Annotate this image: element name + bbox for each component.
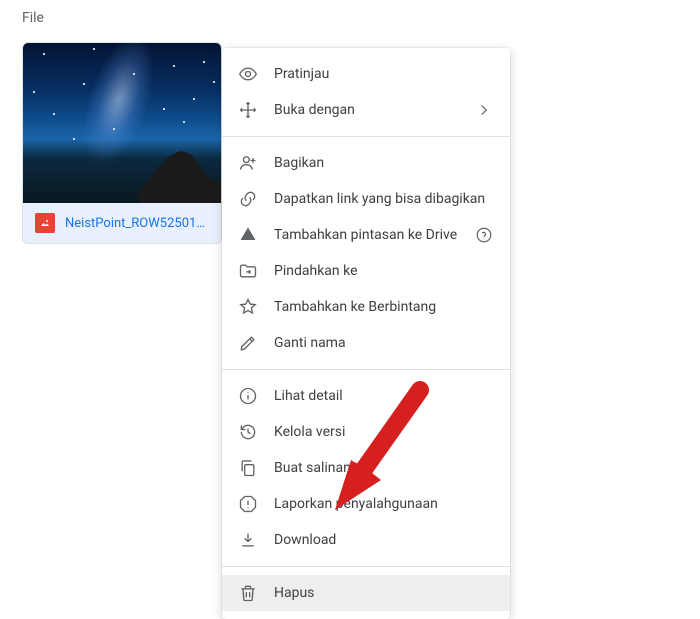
menu-move-to-label: Pindahkan ke: [274, 263, 494, 279]
star-icon: [238, 297, 258, 317]
divider: [222, 369, 510, 370]
menu-preview-label: Pratinjau: [274, 66, 494, 82]
person-add-icon: [238, 153, 258, 173]
menu-add-shortcut-label: Tambahkan pintasan ke Drive: [274, 227, 474, 243]
menu-open-with[interactable]: Buka dengan: [222, 92, 510, 128]
menu-add-shortcut[interactable]: Tambahkan pintasan ke Drive: [222, 217, 510, 253]
menu-preview[interactable]: Pratinjau: [222, 56, 510, 92]
report-icon: [238, 494, 258, 514]
link-icon: [238, 189, 258, 209]
menu-manage-versions-label: Kelola versi: [274, 424, 494, 440]
divider: [222, 136, 510, 137]
menu-details-label: Lihat detail: [274, 388, 494, 404]
file-name: NeistPoint_ROW5250174...: [65, 216, 209, 231]
menu-download-label: Download: [274, 532, 494, 548]
divider: [222, 566, 510, 567]
copy-icon: [238, 458, 258, 478]
history-icon: [238, 422, 258, 442]
menu-details[interactable]: Lihat detail: [222, 378, 510, 414]
menu-get-link-label: Dapatkan link yang bisa dibagikan: [274, 191, 494, 207]
menu-manage-versions[interactable]: Kelola versi: [222, 414, 510, 450]
menu-download[interactable]: Download: [222, 522, 510, 558]
menu-remove[interactable]: Hapus: [222, 575, 510, 611]
trash-icon: [238, 583, 258, 603]
menu-rename-label: Ganti nama: [274, 335, 494, 351]
menu-add-star[interactable]: Tambahkan ke Berbintang: [222, 289, 510, 325]
chevron-right-icon: [474, 100, 494, 120]
eye-icon: [238, 64, 258, 84]
file-info-row[interactable]: NeistPoint_ROW5250174...: [23, 203, 221, 243]
file-thumbnail: [23, 43, 221, 203]
menu-remove-label: Hapus: [274, 585, 494, 601]
pencil-icon: [238, 333, 258, 353]
context-menu: Pratinjau Buka dengan Bagikan Dapatkan l…: [222, 48, 510, 619]
menu-add-star-label: Tambahkan ke Berbintang: [274, 299, 494, 315]
file-card[interactable]: NeistPoint_ROW5250174...: [22, 42, 222, 244]
folder-move-icon: [238, 261, 258, 281]
menu-report-abuse-label: Laporkan penyalahgunaan: [274, 496, 494, 512]
drive-add-icon: [238, 225, 258, 245]
menu-report-abuse[interactable]: Laporkan penyalahgunaan: [222, 486, 510, 522]
menu-share-label: Bagikan: [274, 155, 494, 171]
download-icon: [238, 530, 258, 550]
menu-rename[interactable]: Ganti nama: [222, 325, 510, 361]
menu-share[interactable]: Bagikan: [222, 145, 510, 181]
menu-open-with-label: Buka dengan: [274, 102, 474, 118]
info-icon: [238, 386, 258, 406]
image-filetype-icon: [35, 213, 55, 233]
section-label: File: [22, 10, 44, 26]
menu-get-link[interactable]: Dapatkan link yang bisa dibagikan: [222, 181, 510, 217]
help-icon[interactable]: [474, 225, 494, 245]
menu-move-to[interactable]: Pindahkan ke: [222, 253, 510, 289]
move-arrows-icon: [238, 100, 258, 120]
menu-make-copy-label: Buat salinan: [274, 460, 494, 476]
menu-make-copy[interactable]: Buat salinan: [222, 450, 510, 486]
